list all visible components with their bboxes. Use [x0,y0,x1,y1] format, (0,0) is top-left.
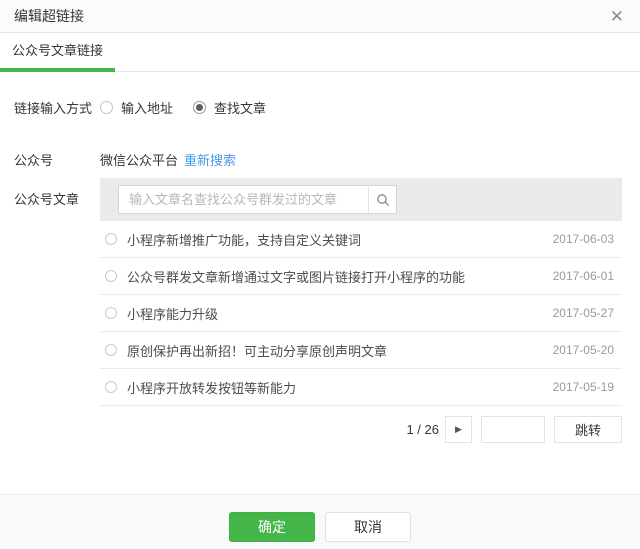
confirm-button[interactable]: 确定 [229,512,315,542]
search-again-link[interactable]: 重新搜索 [184,150,236,169]
next-page-icon: ▶ [455,424,462,435]
dialog-footer: 确定 取消 [0,494,640,549]
article-list-item[interactable]: 公众号群发文章新增通过文字或图片链接打开小程序的功能 2017-06-01 [100,258,622,295]
radio-option-enter-address[interactable]: 输入地址 [100,98,173,117]
link-input-method-label: 链接输入方式 [14,98,100,117]
next-page-button[interactable]: ▶ [445,416,472,443]
radio-option-label: 输入地址 [121,98,173,117]
article-radio-icon[interactable] [105,233,117,245]
article-search-input[interactable] [119,186,368,213]
radio-checked-icon [193,101,206,114]
article-list-item[interactable]: 小程序开放转发按钮等新能力 2017-05-19 [100,369,622,406]
jump-button[interactable]: 跳转 [554,416,622,443]
article-search-group [118,185,397,214]
article-search-section [100,178,622,221]
radio-unchecked-icon [100,101,113,114]
tab-bar: 公众号文章链接 [0,33,640,72]
article-date: 2017-06-03 [553,232,614,246]
article-title: 小程序新增推广功能，支持自定义关键词 [127,230,543,249]
edit-hyperlink-dialog: 编辑超链接 ✕ 公众号文章链接 链接输入方式 输入地址 查找文章 公众号 [0,0,640,549]
page-indicator: 1 / 26 [406,422,439,437]
official-article-row: 公众号文章 [14,178,622,443]
article-title: 公众号群发文章新增通过文字或图片链接打开小程序的功能 [127,267,543,286]
article-panel: 小程序新增推广功能，支持自定义关键词 2017-06-03 公众号群发文章新增通… [100,178,622,443]
official-account-row: 公众号 微信公众平台 重新搜索 [14,150,622,169]
radio-option-find-article[interactable]: 查找文章 [193,98,266,117]
link-input-radio-group: 输入地址 查找文章 [100,98,266,117]
pagination: 1 / 26 ▶ 跳转 [100,416,622,443]
search-icon [376,193,390,207]
article-title: 原创保护再出新招！可主动分享原创声明文章 [127,341,543,360]
article-radio-icon[interactable] [105,381,117,393]
article-list-item[interactable]: 原创保护再出新招！可主动分享原创声明文章 2017-05-20 [100,332,622,369]
close-icon[interactable]: ✕ [610,8,624,25]
article-radio-icon[interactable] [105,270,117,282]
official-article-label: 公众号文章 [14,178,100,208]
tab-official-article-link[interactable]: 公众号文章链接 [0,33,115,72]
article-list: 小程序新增推广功能，支持自定义关键词 2017-06-03 公众号群发文章新增通… [100,221,622,406]
article-list-item[interactable]: 小程序新增推广功能，支持自定义关键词 2017-06-03 [100,221,622,258]
article-radio-icon[interactable] [105,344,117,356]
jump-page-input[interactable] [481,416,545,443]
article-title: 小程序开放转发按钮等新能力 [127,378,543,397]
article-date: 2017-05-20 [553,343,614,357]
article-date: 2017-05-27 [553,306,614,320]
official-account-label: 公众号 [14,150,100,169]
article-title: 小程序能力升级 [127,304,543,323]
cancel-button[interactable]: 取消 [325,512,411,542]
radio-option-label: 查找文章 [214,98,266,117]
article-date: 2017-06-01 [553,269,614,283]
dialog-header: 编辑超链接 ✕ [0,0,640,33]
search-button[interactable] [368,186,396,213]
article-date: 2017-05-19 [553,380,614,394]
dialog-title: 编辑超链接 [14,6,84,26]
link-input-method-row: 链接输入方式 输入地址 查找文章 [14,98,622,117]
article-list-item[interactable]: 小程序能力升级 2017-05-27 [100,295,622,332]
official-account-value: 微信公众平台 [100,150,178,169]
article-radio-icon[interactable] [105,307,117,319]
dialog-body: 链接输入方式 输入地址 查找文章 公众号 微信公众平台 重新搜索 公众号文章 [0,72,640,443]
